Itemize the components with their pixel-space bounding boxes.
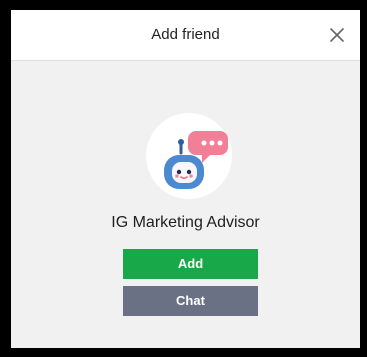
add-friend-dialog: Add friend IG Marketing Advisor Add Chat [11,10,360,348]
profile-name: IG Marketing Advisor [111,214,260,231]
chat-button-label: Chat [176,293,205,308]
add-button-label: Add [177,256,204,271]
profile-avatar [146,113,232,199]
dialog-title: Add friend [151,26,220,43]
dialog-header: Add friend [11,10,360,61]
screen-frame: Add friend IG Marketing Advisor Add Chat [0,0,367,357]
add-button[interactable]: Add [123,249,258,279]
chat-button[interactable]: Chat [123,286,258,316]
close-icon[interactable] [326,24,348,46]
robot-chat-icon [164,131,228,189]
